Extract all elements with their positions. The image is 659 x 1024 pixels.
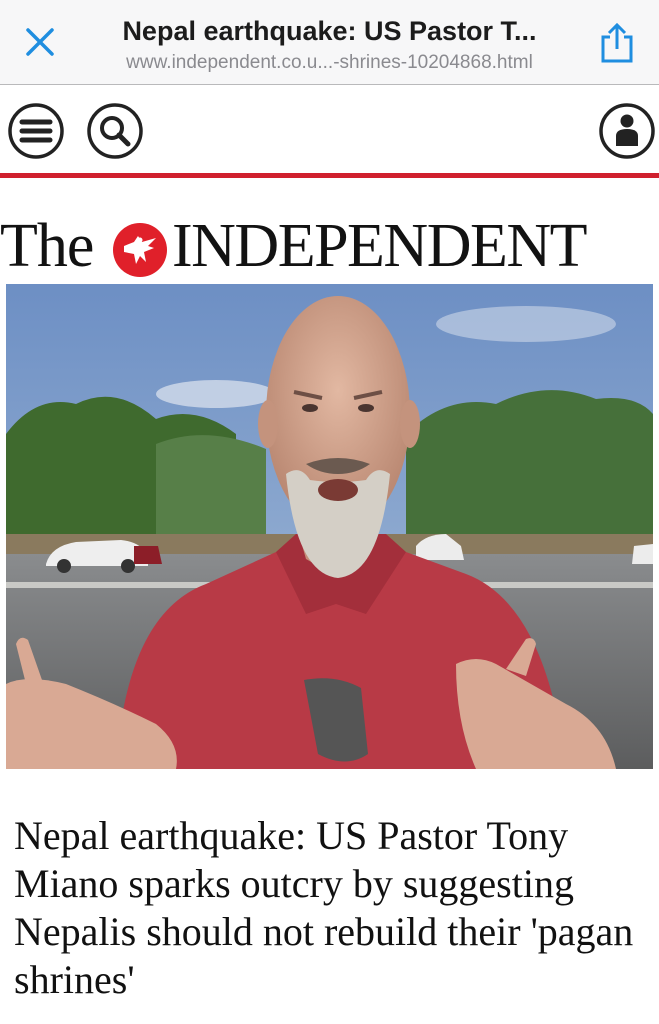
eagle-logo — [113, 223, 167, 277]
header-divider — [0, 173, 659, 178]
article-hero-image[interactable] — [6, 284, 653, 769]
close-icon — [26, 28, 54, 56]
masthead-the: The — [0, 212, 94, 280]
url-label[interactable]: www.independent.co.u...-shrines-10204868… — [72, 52, 587, 74]
article-headline[interactable]: Nepal earthquake: US Pastor Tony Miano s… — [14, 812, 649, 1004]
search-button[interactable] — [86, 102, 144, 160]
page-title: Nepal earthquake: US Pastor T... — [122, 16, 537, 46]
site-navbar — [0, 85, 659, 173]
masthead-title: INDEPENDENT — [172, 212, 588, 280]
close-button[interactable] — [20, 22, 60, 62]
masthead[interactable]: The INDEPENDENT — [0, 212, 659, 280]
menu-icon — [8, 103, 64, 159]
menu-button[interactable] — [7, 102, 65, 160]
search-icon — [87, 103, 143, 159]
browser-toolbar: Nepal earthquake: US Pastor T... www.ind… — [0, 0, 659, 85]
share-icon — [601, 22, 633, 63]
share-button[interactable] — [594, 20, 640, 66]
account-button[interactable] — [598, 102, 656, 160]
account-icon — [599, 103, 655, 159]
